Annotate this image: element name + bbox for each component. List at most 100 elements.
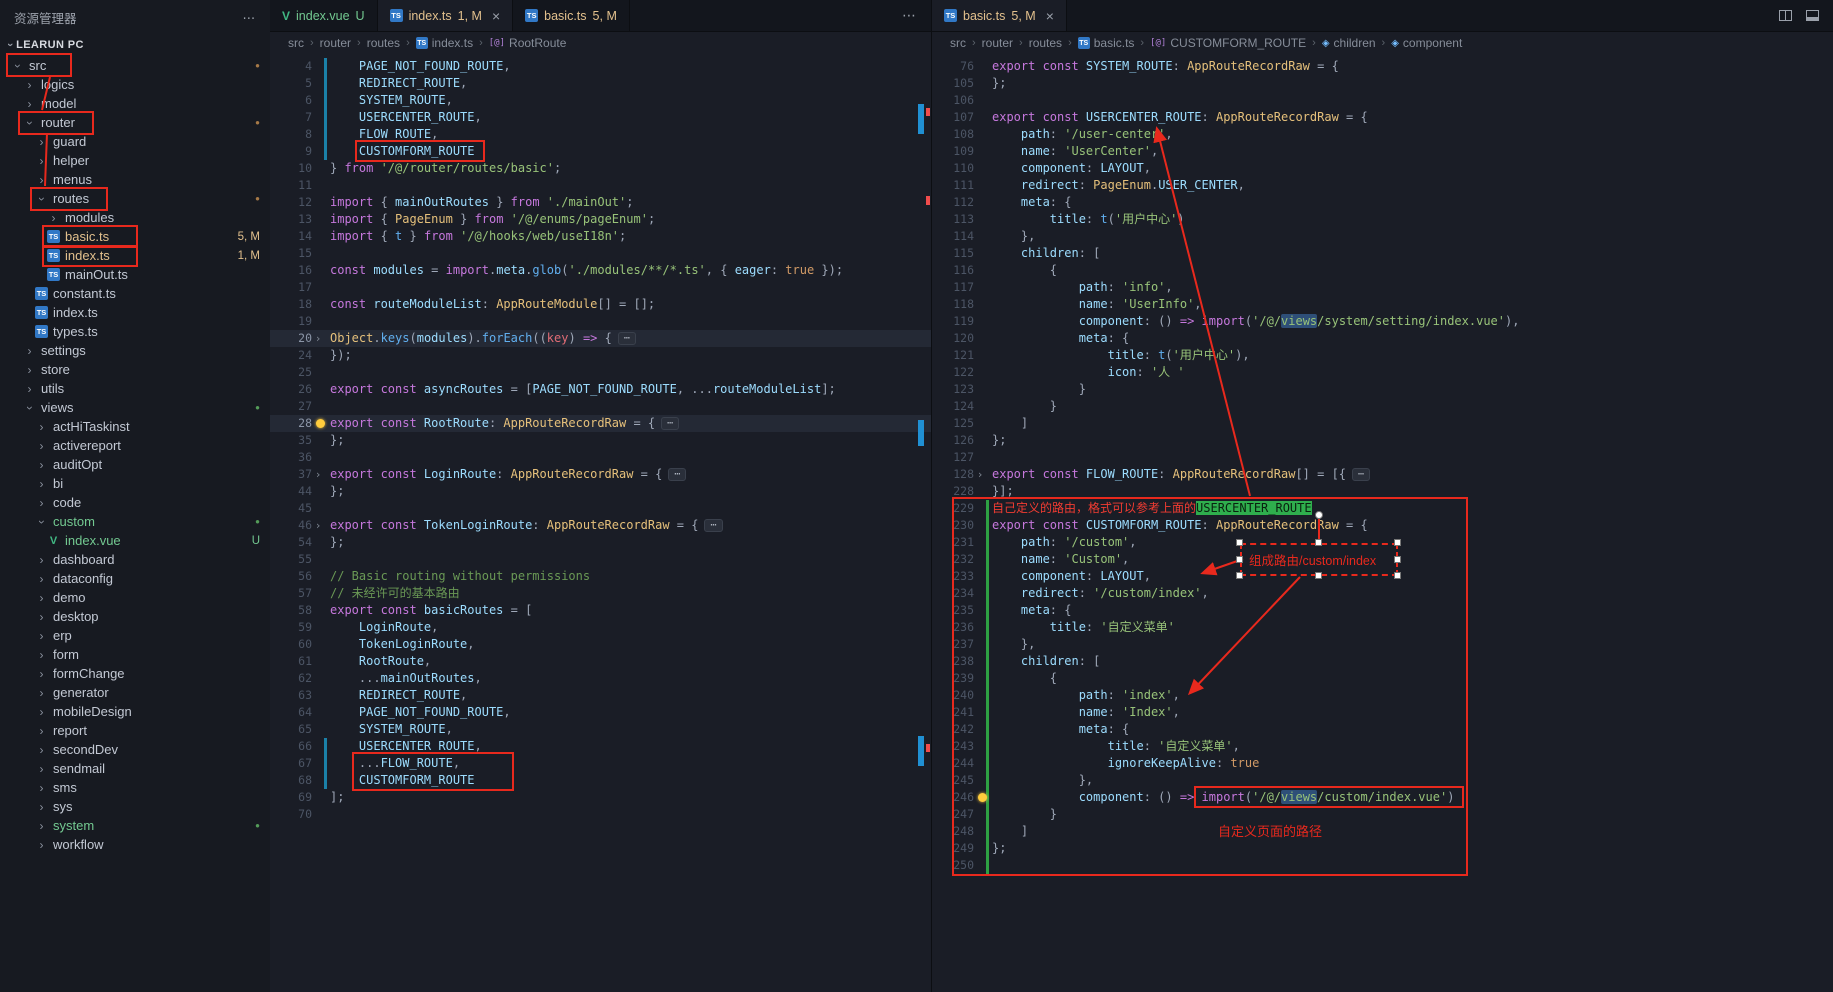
code-line-121[interactable]: 121 title: t('用户中心'), xyxy=(932,347,1833,364)
tree-item-form[interactable]: ›form xyxy=(0,645,270,664)
tree-item-modules[interactable]: ›modules xyxy=(0,208,270,227)
breadcrumb-item[interactable]: src xyxy=(288,36,304,50)
code-line-242[interactable]: 242 meta: { xyxy=(932,721,1833,738)
code-line-19[interactable]: 19 xyxy=(270,313,931,330)
code-line-24[interactable]: 24}); xyxy=(270,347,931,364)
code-line-56[interactable]: 56// Basic routing without permissions xyxy=(270,568,931,585)
tree-item-custom[interactable]: ›custom● xyxy=(0,512,270,531)
code-line-235[interactable]: 235 meta: { xyxy=(932,602,1833,619)
code-line-250[interactable]: 250 xyxy=(932,857,1833,874)
tree-item-types.ts[interactable]: TStypes.ts xyxy=(0,322,270,341)
tree-item-index.ts[interactable]: TSindex.ts1, M xyxy=(0,246,270,265)
tree-item-auditOpt[interactable]: ›auditOpt xyxy=(0,455,270,474)
code-line-115[interactable]: 115 children: [ xyxy=(932,245,1833,262)
code-line-62[interactable]: 62 ...mainOutRoutes, xyxy=(270,670,931,687)
tree-item-mainOut.ts[interactable]: TSmainOut.ts xyxy=(0,265,270,284)
code-line-109[interactable]: 109 name: 'UserCenter', xyxy=(932,143,1833,160)
code-line-245[interactable]: 245 }, xyxy=(932,772,1833,789)
selection-handle[interactable] xyxy=(1394,572,1401,579)
code-line-36[interactable]: 36 xyxy=(270,449,931,466)
tab-basic.ts[interactable]: TSbasic.ts5, M× xyxy=(932,0,1067,31)
tree-item-workflow[interactable]: ›workflow xyxy=(0,835,270,854)
tree-item-store[interactable]: ›store xyxy=(0,360,270,379)
code-line-120[interactable]: 120 meta: { xyxy=(932,330,1833,347)
tree-item-actHiTaskinst[interactable]: ›actHiTaskinst xyxy=(0,417,270,436)
code-line-240[interactable]: 240 path: 'index', xyxy=(932,687,1833,704)
selection-handle[interactable] xyxy=(1315,539,1322,546)
code-line-238[interactable]: 238 children: [ xyxy=(932,653,1833,670)
customize-layout-icon[interactable] xyxy=(1806,10,1819,21)
breadcrumb-item[interactable]: [@]CUSTOMFORM_ROUTE xyxy=(1150,36,1306,50)
breadcrumb-item[interactable]: routes xyxy=(367,36,400,50)
tree-item-formChange[interactable]: ›formChange xyxy=(0,664,270,683)
tree-item-mobileDesign[interactable]: ›mobileDesign xyxy=(0,702,270,721)
code-line-35[interactable]: 35}; xyxy=(270,432,931,449)
tree-item-code[interactable]: ›code xyxy=(0,493,270,512)
workspace-root[interactable]: › LEARUN PC xyxy=(0,34,270,56)
lightbulb-icon[interactable] xyxy=(316,419,325,428)
code-line-105[interactable]: 105}; xyxy=(932,75,1833,92)
tree-item-demo[interactable]: ›demo xyxy=(0,588,270,607)
rotation-handle[interactable] xyxy=(1315,511,1323,519)
code-line-14[interactable]: 14import { t } from '/@/hooks/web/useI18… xyxy=(270,228,931,245)
code-line-110[interactable]: 110 component: LAYOUT, xyxy=(932,160,1833,177)
code-line-4[interactable]: 4 PAGE_NOT_FOUND_ROUTE, xyxy=(270,58,931,75)
code-line-20[interactable]: 20›Object.keys(modules).forEach((key) =>… xyxy=(270,330,931,347)
code-line-114[interactable]: 114 }, xyxy=(932,228,1833,245)
tree-item-router[interactable]: ›router● xyxy=(0,113,270,132)
tree-item-desktop[interactable]: ›desktop xyxy=(0,607,270,626)
code-line-28[interactable]: 28›export const RootRoute: AppRouteRecor… xyxy=(270,415,931,432)
code-line-54[interactable]: 54}; xyxy=(270,534,931,551)
code-line-25[interactable]: 25 xyxy=(270,364,931,381)
code-line-247[interactable]: 247 } xyxy=(932,806,1833,823)
code-line-118[interactable]: 118 name: 'UserInfo', xyxy=(932,296,1833,313)
code-line-128[interactable]: 128›export const FLOW_ROUTE: AppRouteRec… xyxy=(932,466,1833,483)
code-line-107[interactable]: 107export const USERCENTER_ROUTE: AppRou… xyxy=(932,109,1833,126)
fold-chevron-icon[interactable]: › xyxy=(312,466,324,483)
code-line-55[interactable]: 55 xyxy=(270,551,931,568)
code-line-122[interactable]: 122 icon: '人 ' xyxy=(932,364,1833,381)
breadcrumb-item[interactable]: TSindex.ts xyxy=(416,36,473,50)
code-editor-right[interactable]: 76export const SYSTEM_ROUTE: AppRouteRec… xyxy=(932,56,1833,992)
code-line-68[interactable]: 68 CUSTOMFORM_ROUTE xyxy=(270,772,931,789)
tree-item-index.vue[interactable]: Vindex.vueU xyxy=(0,531,270,550)
code-line-119[interactable]: 119 component: () => import('/@/views/sy… xyxy=(932,313,1833,330)
folded-region-ellipsis[interactable]: ⋯ xyxy=(618,332,636,345)
fold-chevron-icon[interactable]: › xyxy=(312,330,324,347)
code-line-8[interactable]: 8 FLOW_ROUTE, xyxy=(270,126,931,143)
tab-basic.ts[interactable]: TSbasic.ts5, M xyxy=(513,0,630,31)
code-line-57[interactable]: 57// 未经许可的基本路由 xyxy=(270,585,931,602)
code-line-65[interactable]: 65 SYSTEM_ROUTE, xyxy=(270,721,931,738)
tree-item-generator[interactable]: ›generator xyxy=(0,683,270,702)
code-line-123[interactable]: 123 } xyxy=(932,381,1833,398)
tree-item-routes[interactable]: ›routes● xyxy=(0,189,270,208)
code-line-228[interactable]: 228}]; xyxy=(932,483,1833,500)
breadcrumb-item[interactable]: [@]RootRoute xyxy=(489,36,567,50)
code-line-124[interactable]: 124 } xyxy=(932,398,1833,415)
folded-region-ellipsis[interactable]: ⋯ xyxy=(704,519,722,532)
more-actions-icon[interactable]: ⋯ xyxy=(902,7,931,24)
code-line-12[interactable]: 12import { mainOutRoutes } from './mainO… xyxy=(270,194,931,211)
code-line-9[interactable]: 9 CUSTOMFORM_ROUTE xyxy=(270,143,931,160)
breadcrumb-item[interactable]: router xyxy=(320,36,351,50)
code-line-69[interactable]: 69]; xyxy=(270,789,931,806)
code-line-239[interactable]: 239 { xyxy=(932,670,1833,687)
folded-region-ellipsis[interactable]: ⋯ xyxy=(661,417,679,430)
overview-ruler-right[interactable] xyxy=(1819,56,1833,992)
code-line-61[interactable]: 61 RootRoute, xyxy=(270,653,931,670)
code-line-63[interactable]: 63 REDIRECT_ROUTE, xyxy=(270,687,931,704)
code-line-230[interactable]: 230export const CUSTOMFORM_ROUTE: AppRou… xyxy=(932,517,1833,534)
selection-handle[interactable] xyxy=(1315,572,1322,579)
breadcrumb-item[interactable]: src xyxy=(950,36,966,50)
tree-item-utils[interactable]: ›utils xyxy=(0,379,270,398)
tree-item-secondDev[interactable]: ›secondDev xyxy=(0,740,270,759)
code-line-60[interactable]: 60 TokenLoginRoute, xyxy=(270,636,931,653)
folded-region-ellipsis[interactable]: ⋯ xyxy=(1352,468,1370,481)
code-line-243[interactable]: 243 title: '自定义菜单', xyxy=(932,738,1833,755)
code-line-46[interactable]: 46›export const TokenLoginRoute: AppRout… xyxy=(270,517,931,534)
code-line-26[interactable]: 26export const asyncRoutes = [PAGE_NOT_F… xyxy=(270,381,931,398)
code-line-233[interactable]: 233 component: LAYOUT, xyxy=(932,568,1833,585)
tree-item-constant.ts[interactable]: TSconstant.ts xyxy=(0,284,270,303)
code-line-17[interactable]: 17 xyxy=(270,279,931,296)
code-line-18[interactable]: 18const routeModuleList: AppRouteModule[… xyxy=(270,296,931,313)
